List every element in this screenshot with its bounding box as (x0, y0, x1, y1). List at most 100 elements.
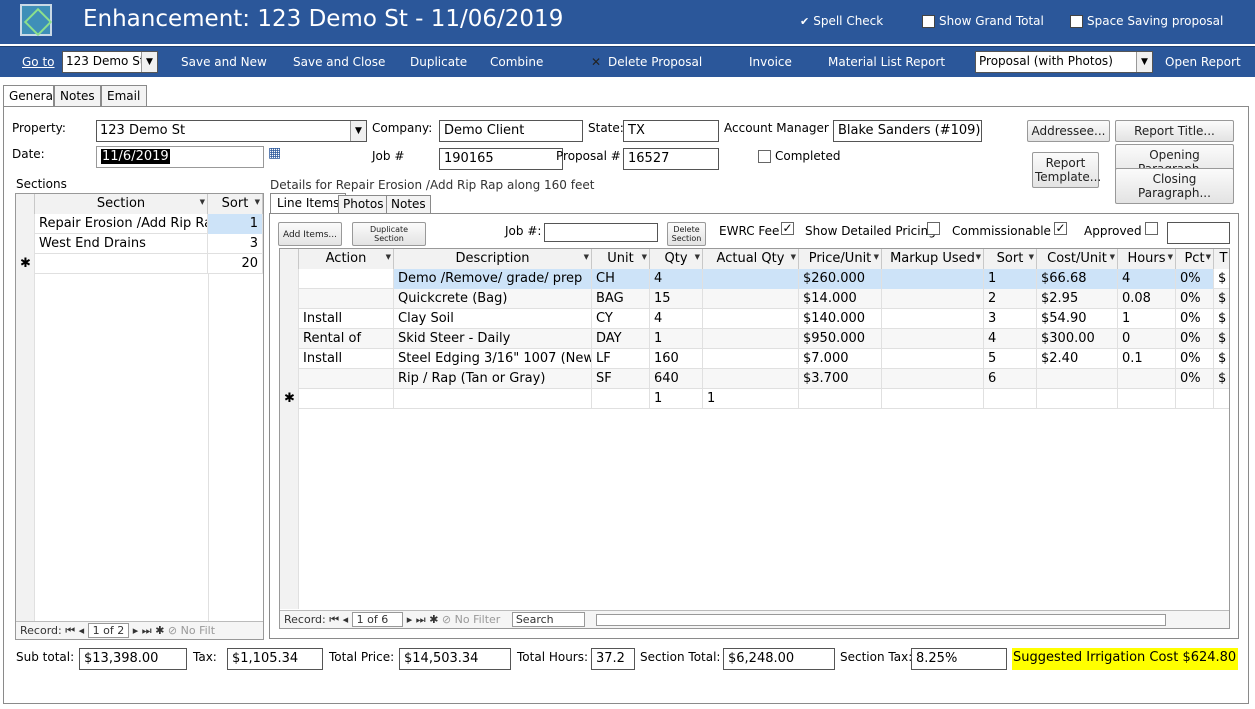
qty-cell[interactable]: 1 (650, 329, 703, 349)
first-record-icon[interactable]: ⏮ (65, 624, 78, 637)
subtab-notes[interactable]: Notes (386, 195, 431, 214)
property-combo[interactable]: 123 Demo St ▼ (96, 120, 367, 142)
description-cell[interactable]: Steel Edging 3/16" 1007 (New) (394, 349, 592, 369)
job-field[interactable]: 190165 (439, 148, 563, 170)
addressee-button[interactable]: Addressee... (1027, 120, 1110, 142)
prev-record-icon[interactable]: ◂ (343, 613, 352, 626)
description-cell[interactable]: Skid Steer - Daily (394, 329, 592, 349)
duplicate-button[interactable]: Duplicate (410, 55, 467, 69)
cost-unit-cell[interactable] (1037, 369, 1118, 389)
delete-proposal-button[interactable]: Delete Proposal (608, 55, 702, 69)
subtab-line-items[interactable]: Line Items (270, 193, 347, 214)
markup-used-cell[interactable] (882, 369, 984, 389)
completed-checkbox[interactable]: Completed (758, 149, 840, 163)
unit-cell[interactable]: DAY (592, 329, 650, 349)
section-cell[interactable]: Repair Erosion /Add Rip Ra (35, 214, 208, 234)
description-cell[interactable] (394, 389, 592, 409)
report-select[interactable]: Proposal (with Photos) ▼ (975, 51, 1153, 73)
actual-qty-cell[interactable] (703, 329, 799, 349)
approved-checkbox[interactable] (1145, 222, 1158, 235)
account-manager-field[interactable]: Blake Sanders (#109) (833, 120, 982, 142)
sort-col-header[interactable]: Sort ▼ (984, 249, 1037, 269)
details-job-field[interactable] (544, 223, 658, 242)
filter-label[interactable]: No Filter (455, 613, 501, 626)
pct-cell[interactable]: 0% (1176, 289, 1214, 309)
chevron-down-icon[interactable]: ▼ (141, 52, 157, 72)
company-field[interactable]: Demo Client (439, 120, 583, 142)
unit-col-header[interactable]: Unit ▼ (592, 249, 650, 269)
invoice-button[interactable]: Invoice (749, 55, 792, 69)
pct-cell[interactable] (1176, 389, 1214, 409)
completed-check-icon[interactable] (758, 149, 771, 163)
save-and-close-button[interactable]: Save and Close (293, 55, 385, 69)
cost-unit-cell[interactable]: $300.00 (1037, 329, 1118, 349)
chevron-down-icon[interactable]: ▼ (386, 253, 391, 261)
next-record-icon[interactable]: ▸ (133, 624, 142, 637)
commissionable-checkbox[interactable] (1054, 222, 1067, 235)
price-unit-cell[interactable]: $140.000 (799, 309, 882, 329)
row-selector[interactable] (280, 309, 299, 329)
description-cell[interactable]: Rip / Rap (Tan or Gray) (394, 369, 592, 389)
sort-cell[interactable]: 2 (984, 289, 1037, 309)
t-cell[interactable]: $ (1214, 329, 1229, 349)
action-cell[interactable]: Install (299, 349, 394, 369)
t-cell[interactable]: $ (1214, 269, 1229, 289)
add-items-button[interactable]: Add Items... (278, 222, 342, 246)
unit-cell[interactable]: BAG (592, 289, 650, 309)
cost-unit-col-header[interactable]: Cost/Unit ▼ (1037, 249, 1118, 269)
show-grand-total-checkbox[interactable]: Show Grand Total (922, 14, 1044, 28)
t-cell[interactable]: $ (1214, 289, 1229, 309)
chevron-down-icon[interactable]: ▼ (695, 253, 700, 261)
markup-used-cell[interactable] (882, 289, 984, 309)
row-selector[interactable] (280, 329, 299, 349)
chevron-down-icon[interactable]: ▼ (1136, 52, 1152, 72)
last-record-icon[interactable]: ⏭ (142, 624, 152, 637)
subtab-photos[interactable]: Photos (338, 195, 389, 214)
t-cell[interactable]: $ (1214, 349, 1229, 369)
table-row[interactable]: Install Clay Soil CY 4 $140.000 3 $54.90 1 0% $ (280, 309, 1229, 329)
markup-used-cell[interactable] (882, 389, 984, 409)
price-unit-col-header[interactable]: Price/Unit ▼ (799, 249, 882, 269)
action-cell[interactable] (299, 389, 394, 409)
chevron-down-icon[interactable]: ▼ (1110, 253, 1115, 261)
price-unit-cell[interactable]: $260.000 (799, 269, 882, 289)
hours-cell[interactable]: 1 (1118, 309, 1176, 329)
horizontal-scrollbar[interactable] (596, 614, 1167, 626)
table-row[interactable]: Rip / Rap (Tan or Gray) SF 640 $3.700 6 0% $ (280, 369, 1229, 389)
next-record-icon[interactable]: ▸ (407, 613, 416, 626)
prev-record-icon[interactable]: ◂ (79, 624, 88, 637)
report-title-button[interactable]: Report Title... (1115, 120, 1234, 142)
qty-col-header[interactable]: Qty ▼ (650, 249, 703, 269)
t-cell[interactable]: $ (1214, 369, 1229, 389)
calendar-icon[interactable]: ▦ (268, 145, 281, 161)
unit-cell[interactable] (592, 389, 650, 409)
filter-label[interactable]: No Filt (181, 624, 215, 637)
pct-cell[interactable]: 0% (1176, 329, 1214, 349)
search-input[interactable]: Search (511, 612, 585, 627)
proposal-field[interactable]: 16527 (623, 148, 719, 170)
spell-check-button[interactable]: ✔ Spell Check (800, 14, 883, 28)
sort-cell[interactable]: 20 (208, 254, 263, 274)
approved-field[interactable] (1167, 222, 1230, 244)
sort-cell[interactable] (984, 389, 1037, 409)
qty-cell[interactable]: 640 (650, 369, 703, 389)
row-selector[interactable] (16, 214, 35, 234)
unit-cell[interactable]: LF (592, 349, 650, 369)
sort-cell[interactable]: 4 (984, 329, 1037, 349)
action-cell[interactable] (299, 369, 394, 389)
sort-cell[interactable]: 3 (208, 234, 263, 254)
actual-qty-cell[interactable] (703, 369, 799, 389)
action-cell[interactable]: Install (299, 309, 394, 329)
qty-cell[interactable]: 1 (650, 389, 703, 409)
chevron-down-icon[interactable]: ▼ (976, 253, 981, 261)
pct-cell[interactable]: 0% (1176, 309, 1214, 329)
action-cell[interactable]: Rental of (299, 329, 394, 349)
last-record-icon[interactable]: ⏭ (416, 613, 426, 626)
t-cell[interactable]: $ (1214, 309, 1229, 329)
row-selector[interactable] (16, 234, 35, 254)
sort-cell[interactable]: 1 (984, 269, 1037, 289)
table-row[interactable]: ✱ 1 1 (280, 389, 1229, 409)
filter-icon[interactable]: ⊘ (168, 624, 177, 637)
price-unit-cell[interactable] (799, 389, 882, 409)
table-row[interactable]: West End Drains 3 (16, 234, 263, 254)
